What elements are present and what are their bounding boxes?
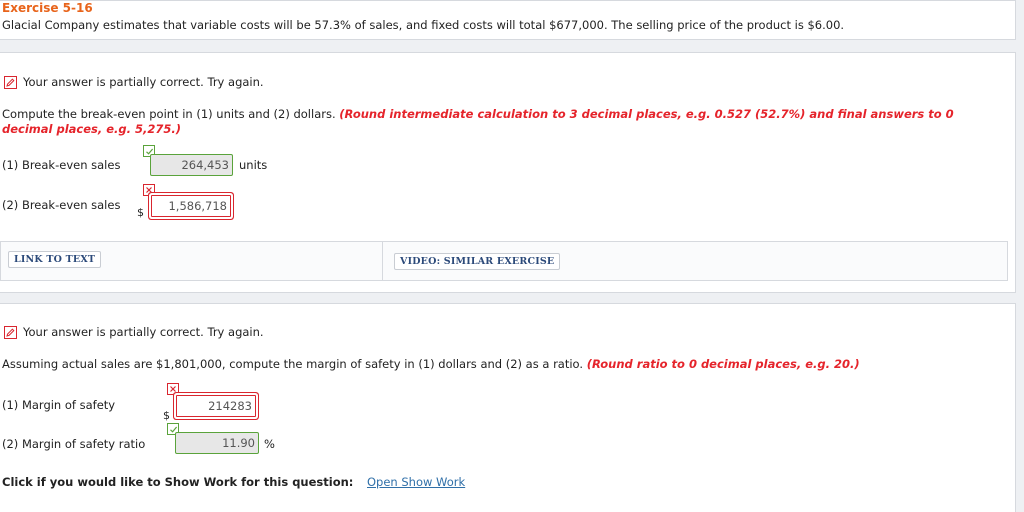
margin-of-safety-input[interactable] [176,395,256,417]
answer-row-label: (2) Break-even sales [2,198,121,212]
unit-label: units [239,158,268,172]
answer-row-label: (2) Margin of safety ratio [2,437,146,451]
resource-links-bar: LINK TO TEXT VIDEO: SIMILAR EXERCISE [0,241,1008,281]
prompt-text: Assuming actual sales are $1,801,000, co… [2,357,584,371]
divider [382,242,383,280]
question-prompt: Assuming actual sales are $1,801,000, co… [2,357,987,372]
exercise-header: Exercise 5-16 Glacial Company estimates … [0,0,1016,40]
break-even-units-input[interactable] [150,154,233,176]
prompt-text: Compute the break-even point in (1) unit… [2,107,336,121]
feedback-text: Your answer is partially correct. Try ag… [23,75,264,89]
feedback-message: Your answer is partially correct. Try ag… [4,325,264,339]
exercise-description: Glacial Company estimates that variable … [2,18,845,32]
question-prompt: Compute the break-even point in (1) unit… [2,107,987,137]
x-icon [167,383,179,395]
video-similar-exercise-button[interactable]: VIDEO: SIMILAR EXERCISE [394,253,561,270]
currency-symbol: $ [163,409,170,422]
pencil-edit-icon [4,325,17,339]
pencil-edit-icon [4,75,17,89]
exercise-title: Exercise 5-16 [2,1,93,15]
answer-row-label: (1) Break-even sales [2,158,121,172]
show-work-label: Click if you would like to Show Work for… [2,475,354,489]
open-show-work-link[interactable]: Open Show Work [367,475,465,489]
margin-of-safety-ratio-input[interactable] [175,432,259,454]
feedback-text: Your answer is partially correct. Try ag… [23,325,264,339]
rounding-instruction: (Round ratio to 0 decimal places, e.g. 2… [586,357,860,371]
feedback-message: Your answer is partially correct. Try ag… [4,75,264,89]
currency-symbol: $ [137,206,144,219]
unit-label: % [264,437,275,451]
link-to-text-button[interactable]: LINK TO TEXT [8,251,102,268]
answer-row-label: (1) Margin of safety [2,398,116,412]
break-even-dollars-input[interactable] [151,195,231,217]
